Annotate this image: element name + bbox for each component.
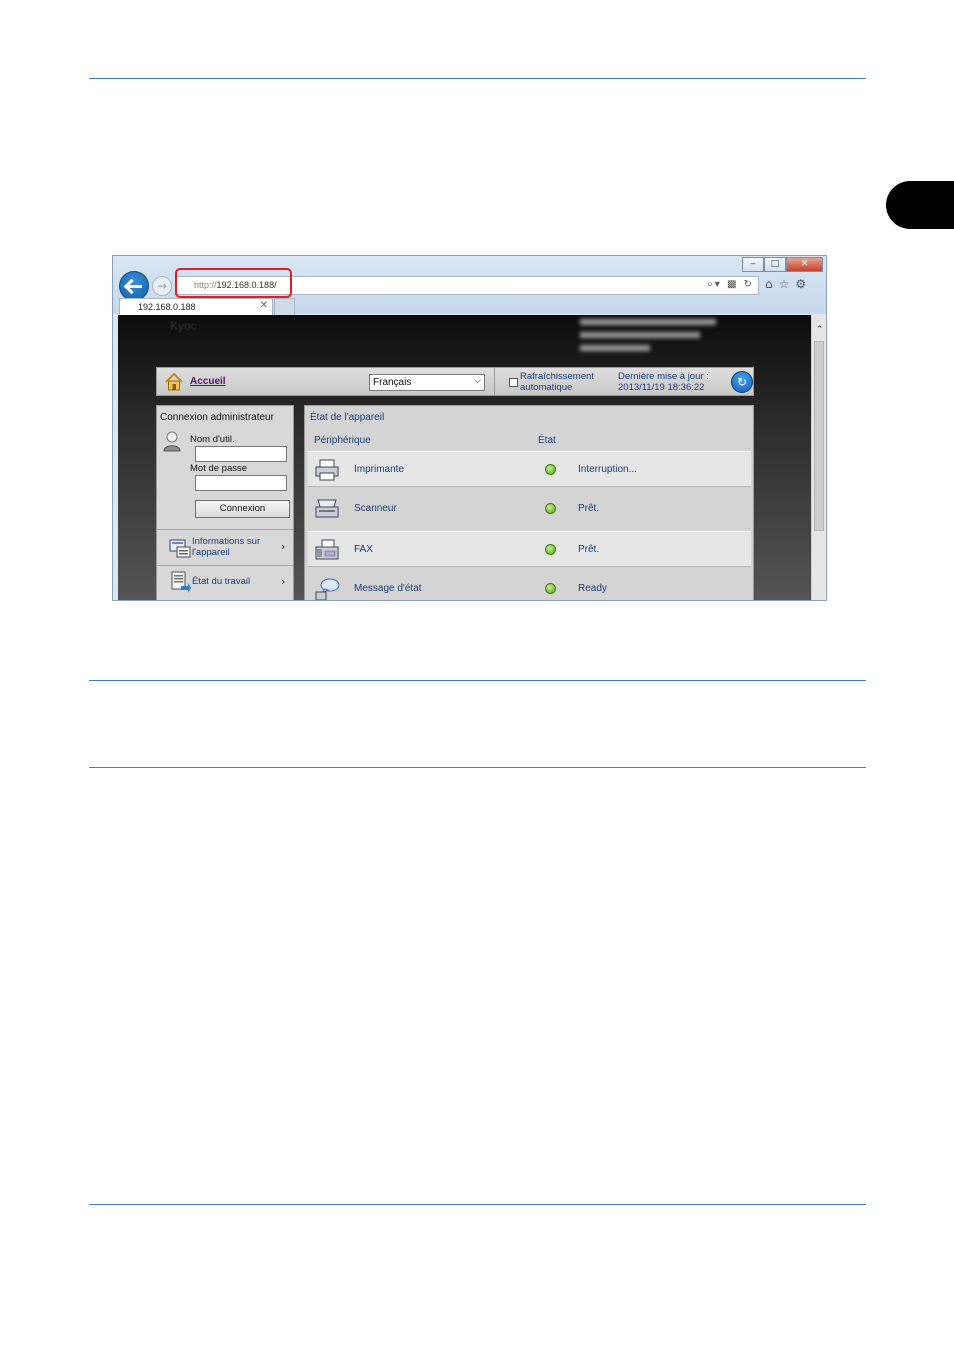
browser-tab[interactable]: 192.168.0.188 ✕ xyxy=(119,298,273,315)
nav-job-status[interactable]: État du travail › xyxy=(157,567,293,600)
scanner-icon xyxy=(315,499,339,518)
panel-divider-2 xyxy=(157,565,293,566)
favorites-star-icon[interactable]: ☆ xyxy=(779,277,796,291)
close-window-button[interactable]: ✕ xyxy=(786,257,823,272)
rule-2 xyxy=(89,680,866,681)
back-button[interactable] xyxy=(119,271,149,301)
device-name: FAX xyxy=(354,544,373,555)
address-bar-icons[interactable]: ⌕▾ ▩ ↻ xyxy=(707,279,754,290)
vertical-scrollbar[interactable]: ⌃ xyxy=(811,315,826,600)
login-button[interactable]: Connexion xyxy=(195,500,290,518)
device-row-printer[interactable]: Imprimante Interruption... xyxy=(308,451,751,487)
auto-refresh-checkbox[interactable] xyxy=(509,378,518,387)
top-menubar: Accueil Français ⌵ Rafraîchissement auto… xyxy=(156,367,754,396)
minimize-button[interactable]: ‒ xyxy=(742,257,764,272)
tab-title: 192.168.0.188 xyxy=(138,302,196,312)
maximize-button[interactable]: □ xyxy=(764,257,786,272)
device-status-text: Prêt. xyxy=(578,544,600,555)
column-header-state: État xyxy=(538,435,556,446)
language-select[interactable]: Français ⌵ xyxy=(369,374,485,391)
status-indicator xyxy=(545,503,556,514)
nav-device-info-line2: l'appareil xyxy=(192,547,230,558)
panel-divider-1 xyxy=(157,529,293,530)
chevron-right-icon: › xyxy=(281,540,286,553)
browser-titlebar: ‒ □ ✕ → http://192.168.0.188/ ⌕▾ ▩ ↻ ⌂☆⚙… xyxy=(113,256,826,315)
url-highlight-box xyxy=(175,268,292,298)
device-status-text: Ready xyxy=(578,583,607,594)
device-status-panel: État de l'appareil Périphérique État Imp… xyxy=(304,405,754,600)
home-link[interactable]: Accueil xyxy=(190,376,226,387)
admin-login-panel: Connexion administrateur Nom d'util. Mot… xyxy=(156,405,294,600)
browser-window: ‒ □ ✕ → http://192.168.0.188/ ⌕▾ ▩ ↻ ⌂☆⚙… xyxy=(112,255,827,601)
login-title: Connexion administrateur xyxy=(160,412,274,423)
refresh-button[interactable]: ↻ xyxy=(731,371,753,393)
bottom-rule xyxy=(89,1204,866,1205)
status-indicator xyxy=(545,544,556,555)
chevron-down-icon: ⌵ xyxy=(474,376,481,386)
message-icon xyxy=(315,578,340,600)
rule-3 xyxy=(89,767,866,768)
device-row-status-message[interactable]: Message d'état Ready xyxy=(308,571,751,600)
device-info-icon xyxy=(169,539,191,558)
status-indicator xyxy=(545,464,556,475)
chevron-right-icon: › xyxy=(281,575,286,588)
nav-device-info-line1: Informations sur xyxy=(192,536,261,547)
username-input[interactable] xyxy=(195,446,287,462)
device-status-title: État de l'appareil xyxy=(310,412,385,423)
auto-refresh-label-line2: automatique xyxy=(520,382,573,393)
auto-refresh-label-line1: Rafraîchissement xyxy=(520,371,594,382)
chapter-tab xyxy=(886,181,954,229)
page-viewport: Kyoc Accueil Français ⌵ Rafraîchissement… xyxy=(118,315,811,600)
printer-icon xyxy=(315,459,339,481)
house-icon[interactable] xyxy=(164,372,184,392)
scrollbar-thumb[interactable] xyxy=(814,341,824,531)
device-row-scanner[interactable]: Scanneur Prêt. xyxy=(308,491,751,527)
last-update-timestamp: 2013/11/19 18:36:22 xyxy=(618,382,705,393)
chevron-up-icon[interactable]: ⌃ xyxy=(812,325,826,337)
blurred-header-info-1 xyxy=(580,319,716,325)
forward-button[interactable]: → xyxy=(152,276,172,296)
blurred-header-info-2 xyxy=(580,332,700,338)
home-icon[interactable]: ⌂ xyxy=(765,277,779,291)
device-name: Imprimante xyxy=(354,464,405,475)
device-status-text: Interruption... xyxy=(578,464,637,475)
device-name: Scanneur xyxy=(354,503,397,514)
last-update-label: Dernière mise à jour : xyxy=(618,371,709,382)
gear-icon[interactable]: ⚙ xyxy=(795,277,812,291)
username-label: Nom d'util. xyxy=(190,434,235,445)
language-value: Français xyxy=(373,377,412,388)
column-header-device: Périphérique xyxy=(314,435,371,446)
top-rule xyxy=(89,78,866,79)
status-indicator xyxy=(545,583,556,594)
user-avatar-icon xyxy=(163,431,181,452)
refresh-icon: ↻ xyxy=(736,375,748,389)
device-status-text: Prêt. xyxy=(578,503,600,514)
window-controls: ‒ □ ✕ xyxy=(742,257,823,272)
fax-icon xyxy=(315,539,339,560)
toolbar-icons[interactable]: ⌂☆⚙ xyxy=(765,277,812,291)
brand-logo: Kyoc xyxy=(170,319,197,333)
password-input[interactable] xyxy=(195,475,287,491)
password-label: Mot de passe xyxy=(190,463,248,474)
nav-device-info[interactable]: Informations sur l'appareil › xyxy=(157,531,293,565)
blurred-header-info-3 xyxy=(580,345,650,351)
job-status-icon xyxy=(171,571,191,593)
device-name: Message d'état xyxy=(354,583,422,594)
tab-close-icon[interactable]: ✕ xyxy=(260,300,268,311)
nav-job-status-label: État du travail xyxy=(192,576,251,587)
new-tab-button[interactable] xyxy=(274,298,295,315)
menubar-divider xyxy=(494,368,495,395)
device-row-fax[interactable]: FAX Prêt. xyxy=(308,531,751,567)
